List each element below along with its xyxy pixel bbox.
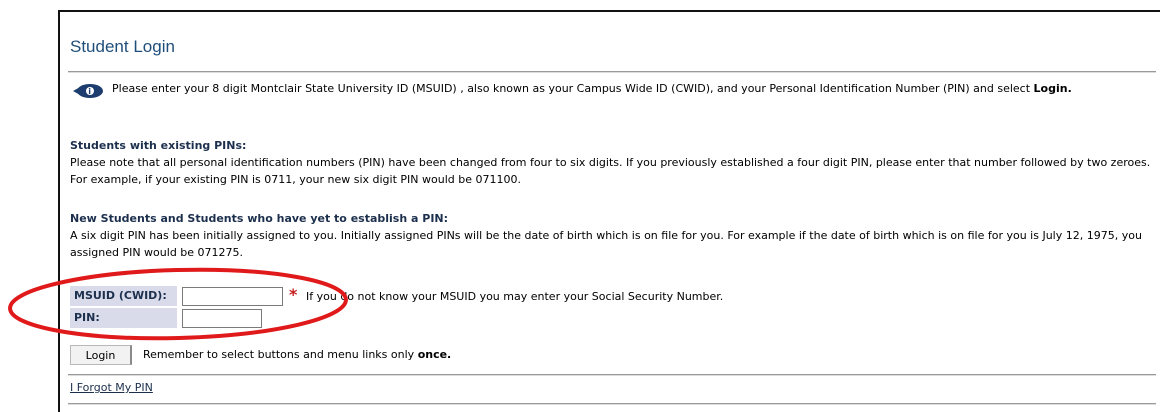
msuid-label: MSUID (CWID): bbox=[70, 286, 177, 306]
bottom-divider bbox=[68, 403, 1156, 405]
svg-text:i: i bbox=[88, 87, 91, 96]
existing-pins-body: Please note that all personal identifica… bbox=[70, 156, 1151, 186]
required-marker: * bbox=[289, 285, 298, 304]
msuid-hint: If you do not know your MSUID you may en… bbox=[306, 290, 724, 303]
pin-label: PIN: bbox=[70, 308, 177, 328]
remember-note: Remember to select buttons and menu link… bbox=[143, 348, 451, 361]
info-text: Please enter your 8 digit Montclair Stat… bbox=[112, 80, 1152, 97]
new-students-section: New Students and Students who have yet t… bbox=[70, 210, 1158, 261]
actions-divider bbox=[68, 374, 1156, 376]
page-title: Student Login bbox=[70, 37, 175, 56]
remember-note-bold: once. bbox=[417, 348, 452, 361]
existing-pins-heading: Students with existing PINs: bbox=[70, 139, 247, 152]
new-students-heading: New Students and Students who have yet t… bbox=[70, 212, 449, 225]
msuid-input[interactable] bbox=[182, 287, 283, 306]
forgot-pin-link[interactable]: I Forgot My PIN bbox=[70, 381, 153, 394]
existing-pins-section: Students with existing PINs: Please note… bbox=[70, 137, 1158, 188]
info-icon: i bbox=[73, 84, 103, 98]
login-button[interactable]: Login bbox=[70, 345, 132, 365]
new-students-body: A six digit PIN has been initially assig… bbox=[70, 229, 1142, 259]
pin-input[interactable] bbox=[182, 309, 262, 328]
remember-note-prefix: Remember to select buttons and menu link… bbox=[143, 348, 418, 361]
info-text-bold: Login. bbox=[1033, 82, 1072, 95]
title-divider bbox=[68, 71, 1156, 73]
info-text-prefix: Please enter your 8 digit Montclair Stat… bbox=[112, 82, 1034, 95]
